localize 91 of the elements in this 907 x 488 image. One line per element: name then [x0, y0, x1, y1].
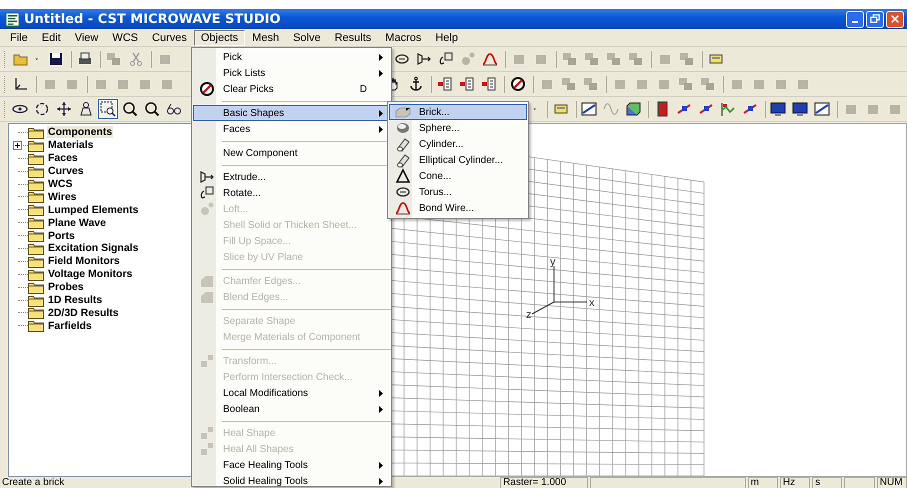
maximize-button[interactable]: [866, 10, 884, 28]
folder-icon: [28, 306, 44, 320]
menu-item[interactable]: Objects: [194, 30, 246, 46]
axes-drawing: [532, 266, 588, 314]
axis-label: z: [526, 309, 532, 321]
folder-icon: [28, 280, 44, 294]
menu-item[interactable]: WCS: [105, 30, 146, 46]
menu-item[interactable]: Extrude...: [193, 169, 390, 185]
folder-icon: [28, 294, 44, 307]
tree-item[interactable]: Wires: [47, 190, 78, 203]
menu-item[interactable]: Macros: [378, 30, 428, 46]
menu-item[interactable]: Brick...: [389, 104, 527, 120]
window-title: Untitled - CST MICROWAVE STUDIO: [24, 12, 281, 26]
menu-item[interactable]: Solve: [286, 30, 328, 46]
clear-picks-icon: [199, 81, 215, 97]
menu-item[interactable]: Curves: [145, 30, 194, 46]
status-message: Create a brick: [1, 477, 66, 488]
folder-icon: [28, 254, 44, 268]
menu-item[interactable]: File: [3, 30, 35, 46]
menu-item[interactable]: Faces: [193, 121, 390, 137]
clear-picks-icon[interactable]: [508, 74, 528, 94]
tree-item[interactable]: Plane Wave: [47, 216, 107, 229]
tree-item[interactable]: 2D/3D Results: [47, 306, 120, 319]
tree-item[interactable]: Field Monitors: [47, 255, 121, 268]
menu-item[interactable]: Rotate...: [193, 185, 390, 201]
tree-item[interactable]: Probes: [47, 281, 85, 294]
menu-item[interactable]: New Component: [193, 145, 390, 161]
tree-item[interactable]: Lumped Elements: [47, 204, 140, 216]
unit-indicator: m: [748, 477, 778, 488]
zoom-box-icon[interactable]: [98, 99, 118, 119]
folder-icon: [28, 178, 44, 191]
restore-icon: [870, 14, 880, 24]
unit-indicator: Hz: [780, 477, 810, 488]
menu-item[interactable]: Results: [328, 30, 378, 46]
expand-icon[interactable]: [13, 140, 22, 150]
tree-item[interactable]: Excitation Signals: [47, 242, 140, 254]
close-icon: [890, 14, 900, 24]
folder-icon: [28, 229, 44, 242]
menu-item[interactable]: Sphere...: [389, 120, 527, 136]
cylinder-icon: [395, 136, 411, 152]
tree-item[interactable]: Farfields: [47, 320, 93, 332]
bond-wire-icon: [395, 200, 411, 216]
tree-item[interactable]: Ports: [47, 230, 76, 242]
minimize-button[interactable]: [846, 10, 864, 28]
menu-item[interactable]: Solid Healing Tools: [193, 473, 390, 488]
rotate-icon: [199, 185, 215, 201]
menu-item[interactable]: Face Healing Tools: [193, 457, 390, 473]
menu-item[interactable]: Clear Picks D: [193, 81, 390, 97]
tree-item[interactable]: Materials: [47, 139, 95, 152]
menu-item[interactable]: Boolean: [193, 401, 390, 417]
menu-item[interactable]: Elliptical Cylinder...: [389, 152, 527, 168]
folder-icon: [28, 164, 44, 178]
menu-item[interactable]: Edit: [34, 30, 68, 46]
menu-item[interactable]: Pick Lists: [193, 65, 390, 81]
tree-item[interactable]: Components: [47, 126, 114, 138]
tree-item[interactable]: Voltage Monitors: [47, 268, 134, 280]
raster-value: Raster= 1.000: [500, 477, 588, 488]
folder-icon: [28, 138, 44, 152]
menu-item[interactable]: Cylinder...: [389, 136, 527, 152]
axis-label: y: [550, 256, 556, 268]
tree-item[interactable]: Faces: [47, 152, 79, 164]
folder-icon: [28, 126, 44, 139]
cylinder-icon: [395, 152, 411, 168]
menu-item[interactable]: Cone...: [389, 168, 527, 184]
folder-icon: [28, 216, 44, 230]
menu-item[interactable]: Mesh: [245, 30, 286, 46]
num-lock-indicator: NUM: [876, 477, 907, 488]
menu-item[interactable]: View: [68, 30, 106, 46]
sphere-icon: [395, 120, 411, 136]
extrude-icon: [199, 169, 215, 185]
tree-item[interactable]: Curves: [47, 165, 85, 178]
folder-icon: [28, 268, 44, 281]
menu-item[interactable]: Help: [428, 30, 465, 46]
folder-icon: [28, 242, 44, 255]
menu-item[interactable]: Torus...: [389, 184, 527, 200]
cone-icon: [395, 168, 411, 184]
unit-indicator: s: [812, 477, 842, 488]
tree-item[interactable]: WCS: [47, 178, 74, 190]
axis-label: x: [589, 297, 594, 309]
close-button[interactable]: [886, 10, 904, 28]
menu-item[interactable]: Basic Shapes: [193, 105, 390, 121]
menu-item[interactable]: Local Modifications: [193, 385, 390, 401]
menu-item[interactable]: Pick: [193, 49, 390, 65]
tree-item[interactable]: 1D Results: [47, 294, 104, 306]
folder-icon: [28, 152, 44, 165]
folder-icon: [28, 190, 44, 204]
minimize-icon: [852, 20, 858, 22]
menu-item[interactable]: Bond Wire...: [389, 200, 527, 216]
folder-icon: [28, 319, 44, 332]
app-icon: [5, 12, 20, 26]
folder-icon: [28, 203, 44, 216]
